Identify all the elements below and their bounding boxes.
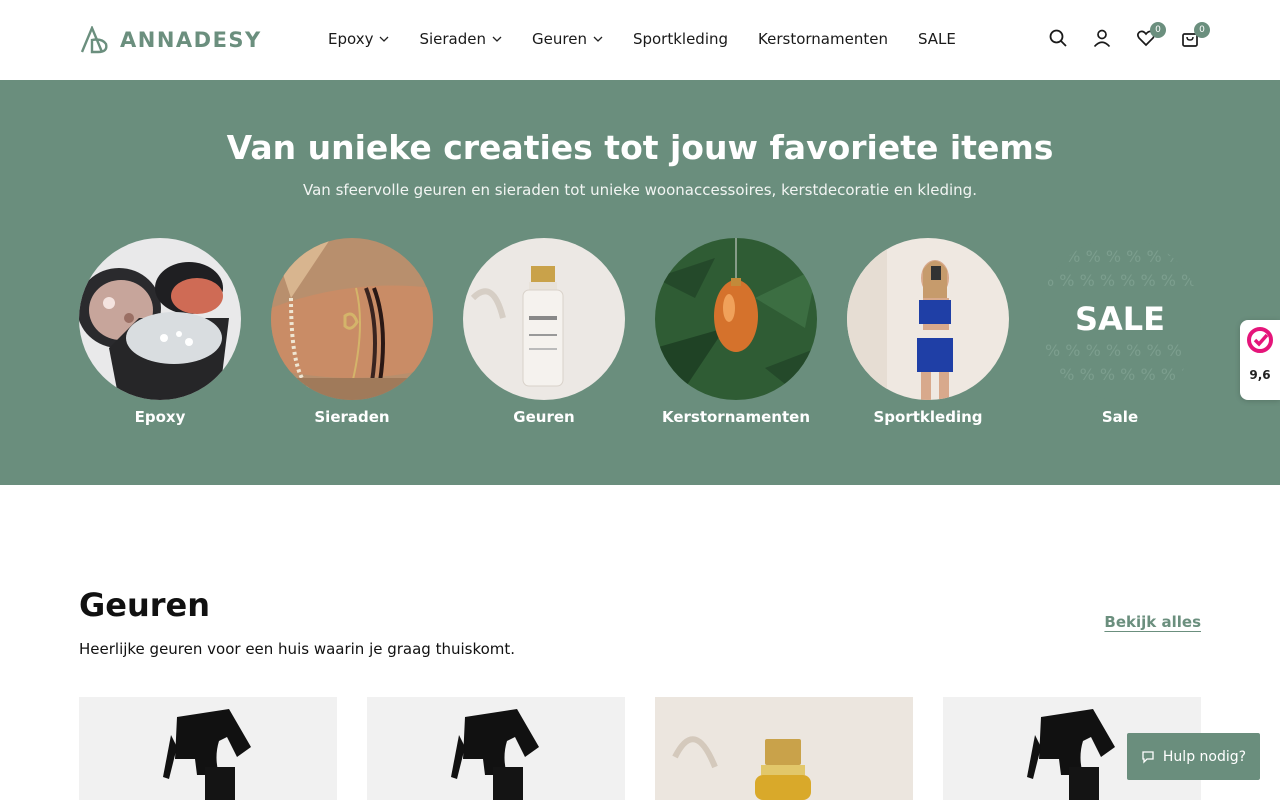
chevron-down-icon <box>593 36 603 42</box>
category-label: Epoxy <box>134 408 186 426</box>
nav-item-label: Epoxy <box>328 30 374 48</box>
hero-title: Van unieke creaties tot jouw favoriete i… <box>226 128 1054 167</box>
nav-item-sieraden[interactable]: Sieraden <box>419 30 502 48</box>
see-all-link[interactable]: Bekijk alles <box>1104 613 1201 631</box>
nav-item-label: Geuren <box>532 30 587 48</box>
hero-subtitle: Van sfeervolle geuren en sieraden tot un… <box>303 181 977 199</box>
nav-item-label: Sieraden <box>419 30 487 48</box>
product-grid <box>79 697 1201 800</box>
site-header: ANNADESY Epoxy Sieraden Geuren Sportkled… <box>0 0 1280 80</box>
chat-bubble-icon <box>1142 750 1154 764</box>
sale-overlay-text: SALE <box>1075 300 1165 338</box>
chevron-down-icon <box>380 36 389 42</box>
user-icon <box>1093 29 1111 48</box>
account-button[interactable] <box>1092 28 1112 50</box>
help-button[interactable]: Hulp nodig? <box>1127 733 1260 780</box>
sale-image: % % % % % % % % % % % % % % % % % % % % … <box>1039 238 1201 400</box>
oil-bottle-image <box>655 697 913 800</box>
nav-item-label: Kerstornamenten <box>758 30 888 48</box>
brand-name: ANNADESY <box>120 28 262 52</box>
category-geuren[interactable]: Geuren <box>463 238 625 426</box>
category-label: Kerstornamenten <box>661 408 811 426</box>
category-label: Sale <box>1101 408 1139 426</box>
spray-bottle-image <box>79 697 337 800</box>
logo-mark-icon <box>80 26 108 54</box>
review-widget[interactable]: 9,6 <box>1240 320 1280 400</box>
category-epoxy[interactable]: Epoxy <box>79 238 241 426</box>
hero-banner: Van unieke creaties tot jouw favoriete i… <box>0 80 1280 485</box>
section-title: Geuren <box>79 586 211 624</box>
svg-text:% % % % % % %: % % % % % % % <box>1045 247 1182 266</box>
wishlist-button[interactable]: 0 <box>1136 22 1166 50</box>
category-sportkleding[interactable]: Sportkleding <box>847 238 1009 426</box>
nav-item-kerstornamenten[interactable]: Kerstornamenten <box>758 30 888 48</box>
nav-item-label: SALE <box>917 30 956 48</box>
svg-text:% % % % % % % %: % % % % % % % % <box>1039 271 1196 290</box>
section-description: Heerlijke geuren voor een huis waarin je… <box>79 640 516 658</box>
category-sale[interactable]: % % % % % % % % % % % % % % % % % % % % … <box>1039 238 1201 426</box>
nav-item-sportkleding[interactable]: Sportkleding <box>633 30 728 48</box>
product-card[interactable] <box>367 697 625 800</box>
nav-item-sale[interactable]: SALE <box>918 30 956 48</box>
category-list: Epoxy Sieraden Geuren Kerstornamenten Sp… <box>79 238 1201 426</box>
main-nav: Epoxy Sieraden Geuren Sportkleding Kerst… <box>328 30 986 48</box>
brand-logo[interactable]: ANNADESY <box>80 26 262 54</box>
ornament-image <box>655 238 817 400</box>
category-kerstornamenten[interactable]: Kerstornamenten <box>655 238 817 426</box>
category-label: Sportkleding <box>873 408 983 426</box>
jewelry-image <box>271 238 433 400</box>
nav-item-geuren[interactable]: Geuren <box>532 30 603 48</box>
spray-bottle-image <box>367 697 625 800</box>
search-button[interactable] <box>1048 28 1068 50</box>
epoxy-image <box>79 238 241 400</box>
category-label: Sieraden <box>314 408 390 426</box>
cart-count-badge: 0 <box>1194 22 1210 38</box>
cart-button[interactable]: 0 <box>1180 22 1210 50</box>
nav-item-label: Sportkleding <box>632 30 729 48</box>
product-card[interactable] <box>79 697 337 800</box>
svg-text:% % % % % % % %: % % % % % % % % <box>1039 365 1196 384</box>
search-icon <box>1049 29 1067 47</box>
category-sieraden[interactable]: Sieraden <box>271 238 433 426</box>
review-badge-icon <box>1247 327 1273 353</box>
svg-text:% % % % % % %: % % % % % % % <box>1045 341 1182 360</box>
chevron-down-icon <box>492 36 502 42</box>
header-actions: 0 0 <box>1048 22 1210 50</box>
sportswear-image <box>847 238 1009 400</box>
wishlist-count-badge: 0 <box>1150 22 1166 38</box>
nav-item-epoxy[interactable]: Epoxy <box>328 30 389 48</box>
fragrance-image <box>463 238 625 400</box>
product-card[interactable] <box>655 697 913 800</box>
help-button-label: Hulp nodig? <box>1162 748 1247 765</box>
category-label: Geuren <box>513 408 575 426</box>
review-score: 9,6 <box>1249 368 1271 382</box>
